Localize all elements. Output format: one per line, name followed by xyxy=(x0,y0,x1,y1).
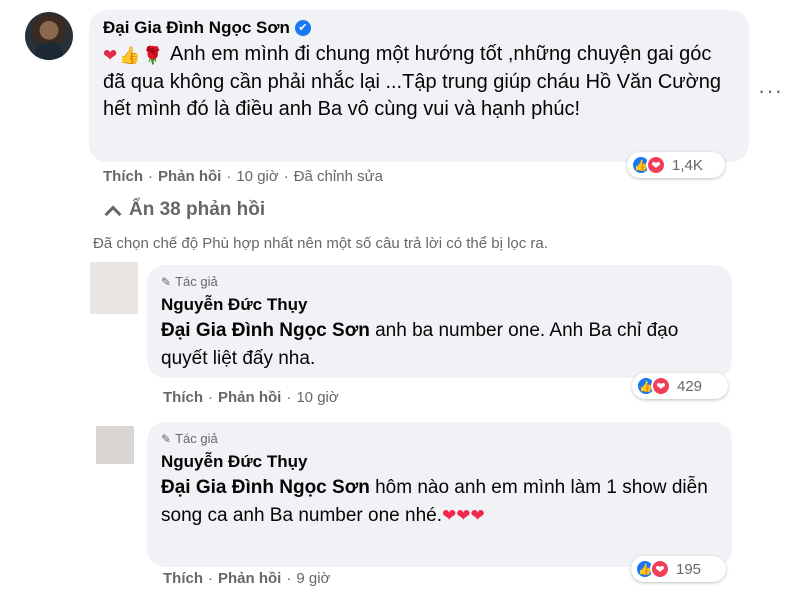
reply-text-block: Đại Gia Đình Ngọc Sơn anh ba number one.… xyxy=(161,317,718,373)
author-tag-label: Tác giả xyxy=(175,431,218,446)
comment-author[interactable]: Đại Gia Đình Ngọc Sơn xyxy=(103,18,290,38)
reply-bubble: ✎ Tác giả Nguyễn Đức Thụy Đại Gia Đình N… xyxy=(147,422,732,567)
reaction-count: 195 xyxy=(676,560,702,578)
reaction-count: 1,4K xyxy=(672,156,703,174)
filter-notice: Đã chọn chế độ Phù hợp nhất nên một số c… xyxy=(93,235,548,252)
hide-replies-label: Ẩn 38 phản hồi xyxy=(129,199,266,220)
pencil-icon: ✎ xyxy=(161,431,172,446)
reply-button[interactable]: Phản hồi xyxy=(218,389,281,406)
comment-text: Anh em mình đi chung một hướng tốt ,nhữn… xyxy=(103,43,722,120)
reaction-summary[interactable]: 👍 ❤ 195 xyxy=(631,556,726,582)
love-reaction-icon: ❤ xyxy=(651,376,671,396)
chevron-up-icon xyxy=(105,206,119,220)
action-separator: · xyxy=(208,389,213,406)
action-separator: · xyxy=(283,168,289,185)
love-reaction-icon: ❤ xyxy=(650,559,670,579)
author-avatar[interactable] xyxy=(25,12,73,60)
reply-button[interactable]: Phản hồi xyxy=(158,168,221,185)
reply-author[interactable]: Nguyễn Đức Thụy xyxy=(161,452,718,472)
reply-text-block: Đại Gia Đình Ngọc Sơn hôm nào anh em mìn… xyxy=(161,474,718,530)
action-separator: · xyxy=(226,168,232,185)
pencil-icon: ✎ xyxy=(161,274,172,289)
reaction-count: 429 xyxy=(677,377,703,395)
verified-badge-icon: ✔ xyxy=(294,20,311,36)
author-tag: ✎ Tác giả xyxy=(161,431,718,446)
action-separator: · xyxy=(148,168,153,185)
heart-emoji-icon: ❤ xyxy=(103,46,118,65)
reply-actions: Thích · Phản hồi · 10 giờ xyxy=(163,389,339,406)
reaction-summary[interactable]: 👍 ❤ 1,4K xyxy=(627,152,725,178)
like-button[interactable]: Thích xyxy=(163,570,203,587)
reply-author[interactable]: Nguyễn Đức Thụy xyxy=(161,295,718,315)
comment-text-block: ❤ 👍 🌹 Anh em mình đi chung một hướng tốt ,… xyxy=(103,41,735,123)
reply-avatar[interactable] xyxy=(90,262,138,314)
more-options-icon[interactable]: ··· xyxy=(758,78,783,104)
reply-time[interactable]: 10 giờ xyxy=(296,389,338,406)
hide-replies-button[interactable]: Ẩn 38 phản hồi xyxy=(105,199,265,221)
author-tag-label: Tác giả xyxy=(175,274,218,289)
reply-avatar[interactable] xyxy=(96,426,134,464)
author-tag: ✎ Tác giả xyxy=(161,274,718,289)
love-reaction-icon: ❤ xyxy=(646,155,666,175)
reply-button[interactable]: Phản hồi xyxy=(218,570,281,587)
reply-time[interactable]: 9 giờ xyxy=(296,570,330,587)
action-separator: · xyxy=(286,570,292,587)
reaction-summary[interactable]: 👍 ❤ 429 xyxy=(632,373,728,399)
comment-time[interactable]: 10 giờ xyxy=(236,168,278,185)
edited-label: Đã chỉnh sửa xyxy=(293,168,383,185)
thumbs-up-emoji-icon: 👍 xyxy=(119,46,141,65)
mention-link[interactable]: Đại Gia Đình Ngọc Sơn xyxy=(161,320,370,341)
action-separator: · xyxy=(208,570,213,587)
comment-bubble: Đại Gia Đình Ngọc Sơn ✔ ❤ 👍 🌹 Anh em mình … xyxy=(89,10,749,162)
like-button[interactable]: Thích xyxy=(103,168,143,185)
comment-author-wrap: Đại Gia Đình Ngọc Sơn ✔ xyxy=(103,18,311,38)
like-button[interactable]: Thích xyxy=(163,389,203,406)
hearts-emoji-icon: ❤❤❤ xyxy=(441,506,485,525)
reply-actions: Thích · Phản hồi · 9 giờ xyxy=(163,570,330,587)
rose-emoji-icon: 🌹 xyxy=(142,46,164,65)
comment-actions: Thích · Phản hồi · 10 giờ · Đã chỉnh sửa xyxy=(103,168,383,185)
reply-bubble: ✎ Tác giả Nguyễn Đức Thụy Đại Gia Đình N… xyxy=(147,265,732,378)
action-separator: · xyxy=(286,389,292,406)
mention-link[interactable]: Đại Gia Đình Ngọc Sơn xyxy=(161,477,370,498)
